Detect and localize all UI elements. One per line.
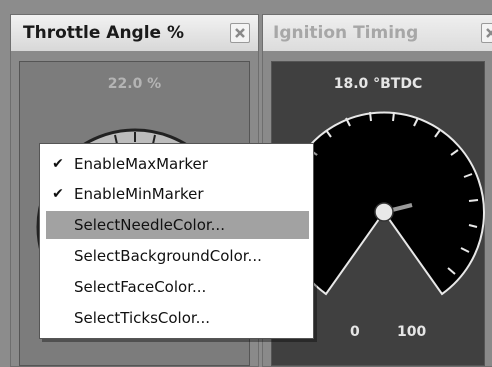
menu-item-label: SelectBackgroundColor... (74, 247, 262, 265)
close-icon[interactable] (230, 23, 250, 43)
menu-item-select-background-color[interactable]: SelectBackgroundColor... (46, 242, 309, 270)
menu-item-label: EnableMinMarker (74, 185, 204, 203)
ignition-scale-max: 100 (397, 324, 427, 340)
close-icon[interactable] (481, 23, 492, 43)
menu-item-label: SelectTicksColor... (74, 309, 210, 327)
throttle-angle-titlebar[interactable]: Throttle Angle % (11, 15, 258, 52)
ignition-timing-title: Ignition Timing (273, 23, 419, 43)
ignition-timing-titlebar[interactable]: Ignition Timing (263, 15, 492, 52)
menu-item-label: SelectFaceColor... (74, 278, 207, 296)
menu-item-select-needle-color[interactable]: SelectNeedleColor... (46, 211, 309, 239)
ignition-needle-hub (374, 202, 394, 222)
ignition-scale-min: 0 (350, 324, 360, 340)
menu-item-select-face-color[interactable]: SelectFaceColor... (46, 273, 309, 301)
throttle-angle-title: Throttle Angle % (23, 23, 185, 43)
menu-item-label: EnableMaxMarker (74, 155, 208, 173)
menu-item-label: SelectNeedleColor... (74, 216, 225, 234)
menu-item-enable-max-marker[interactable]: ✔ EnableMaxMarker (46, 150, 309, 178)
menu-item-enable-min-marker[interactable]: ✔ EnableMinMarker (46, 180, 309, 208)
menu-item-select-ticks-color[interactable]: SelectTicksColor... (46, 304, 309, 332)
checkmark-icon: ✔ (52, 156, 64, 172)
gauge-context-menu: ✔ EnableMaxMarker ✔ EnableMinMarker Sele… (39, 143, 314, 339)
checkmark-icon: ✔ (52, 186, 64, 202)
